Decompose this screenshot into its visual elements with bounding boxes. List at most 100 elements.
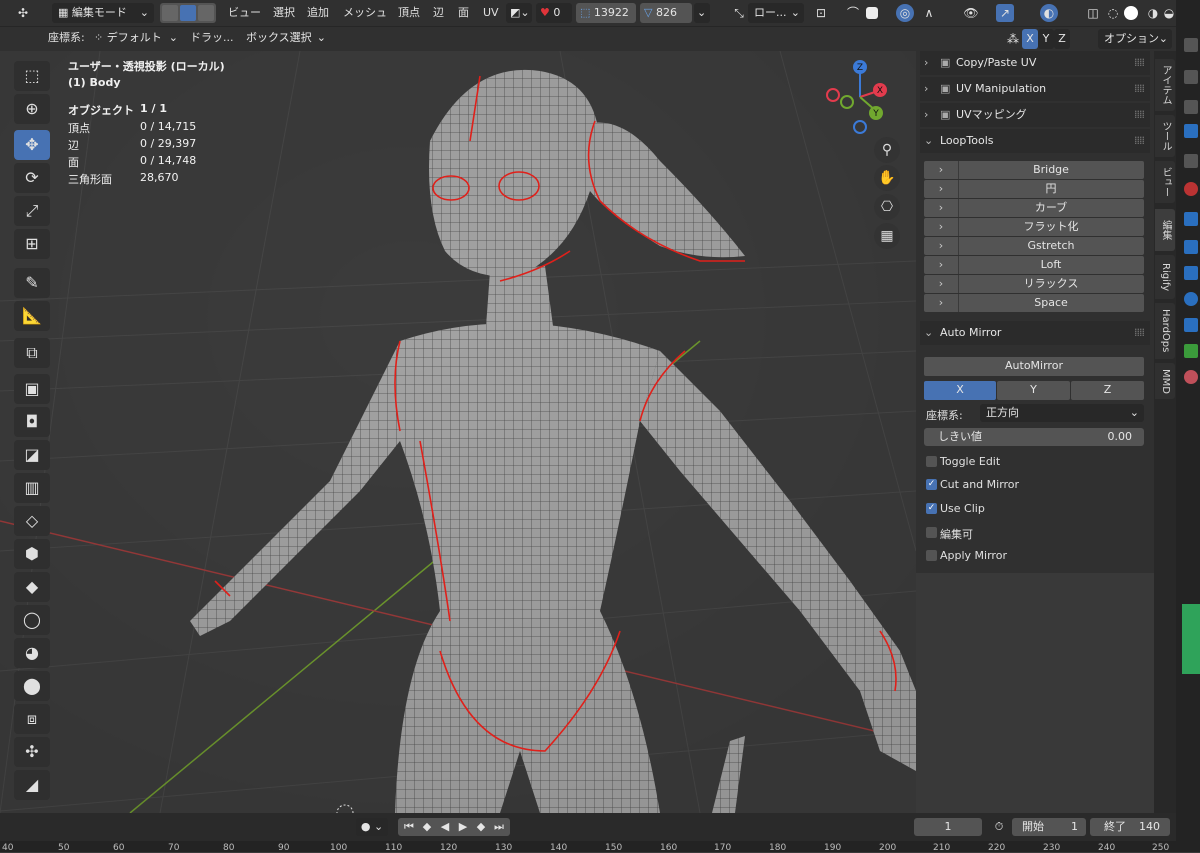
properties-tab-icon[interactable] [1184, 344, 1198, 358]
play-icon[interactable]: ▶ [454, 818, 472, 836]
face-select-icon[interactable] [198, 5, 214, 21]
looptools-flatten[interactable]: › フラット化 [924, 218, 1144, 236]
end-frame-field[interactable]: 終了 140 [1090, 818, 1170, 836]
automirror-axis-x[interactable]: X [924, 381, 996, 400]
prev-keyframe-icon[interactable]: ◆ [418, 818, 436, 836]
jump-end-icon[interactable]: ⏭ [490, 818, 508, 836]
loop-cut-icon[interactable]: ▥ [14, 473, 50, 503]
properties-tab-icon[interactable] [1184, 70, 1198, 84]
section-auto-mirror[interactable]: ⌄ Auto Mirror ⁞⁞⁞⁞ [920, 321, 1150, 345]
spin-icon[interactable]: ◆ [14, 572, 50, 602]
looptools-space[interactable]: › Space [924, 294, 1144, 312]
looptools-gstretch[interactable]: › Gstretch [924, 237, 1144, 255]
select-box-icon[interactable]: ⬚ [14, 61, 50, 91]
cut-and-mirror-checkbox[interactable]: ✓ [926, 479, 937, 490]
looptools-bridge[interactable]: › Bridge [924, 161, 1144, 179]
apply-mirror-checkbox[interactable] [926, 550, 937, 561]
mirror-z-toggle[interactable]: Z [1054, 29, 1070, 49]
extrude-icon[interactable]: ▣ [14, 374, 50, 404]
push-pull-icon[interactable]: ◢ [14, 770, 50, 800]
overlay-toggle-icon[interactable]: ◐ [1040, 4, 1058, 22]
perspective-grid-icon[interactable]: ▦ [874, 223, 900, 249]
properties-tab-icon[interactable] [1184, 292, 1198, 306]
pivot-point-icon[interactable]: ⊡ [812, 4, 830, 22]
tab-view[interactable]: ビュー [1155, 161, 1175, 203]
automirror-axis-z[interactable]: Z [1071, 381, 1144, 400]
xray-icon[interactable]: ◫ [1084, 4, 1102, 22]
proportional-edit-icon[interactable]: ◎ [896, 4, 914, 22]
properties-tab-icon[interactable] [1184, 182, 1198, 196]
knife-icon[interactable]: ◇ [14, 506, 50, 536]
add-cube-icon[interactable]: ⧉ [14, 338, 50, 368]
shading-solid-icon[interactable] [1124, 6, 1138, 20]
snap-target-icon[interactable] [866, 7, 878, 19]
properties-tab-icon[interactable] [1184, 318, 1198, 332]
properties-tab-icon[interactable] [1184, 240, 1198, 254]
tab-mmd[interactable]: MMD [1155, 363, 1175, 399]
overlay-select[interactable]: ◩⌄ [506, 3, 532, 23]
drag-grip-icon[interactable]: ⁞⁞⁞⁞ [1134, 103, 1145, 127]
tab-rigify[interactable]: Rigify [1155, 255, 1175, 299]
drag-grip-icon[interactable]: ⁞⁞⁞⁞ [1134, 51, 1145, 75]
tab-edit[interactable]: 編集 [1155, 209, 1175, 251]
jump-start-icon[interactable]: ⏮ [400, 818, 418, 836]
rotate-icon[interactable]: ⟳ [14, 163, 50, 193]
keyframe-toggle[interactable]: ● ⌄ [356, 818, 388, 836]
measure-icon[interactable]: 📐 [14, 301, 50, 331]
smooth-icon[interactable]: ◯ [14, 605, 50, 635]
drag-grip-icon[interactable]: ⁞⁞⁞⁞ [1134, 77, 1145, 101]
mode-select[interactable]: ▦ 編集モード ⌄ [52, 3, 154, 23]
use-clip-checkbox[interactable]: ✓ [926, 503, 937, 514]
menu-add[interactable]: 追加 [307, 3, 329, 23]
stats-dropdown[interactable]: ⌄ [694, 3, 710, 23]
menu-select[interactable]: 選択 [273, 3, 295, 23]
gizmo-toggle-icon[interactable]: ↗ [996, 4, 1014, 22]
editor-type-icon[interactable]: ✣ [14, 4, 32, 22]
menu-mesh[interactable]: メッシュ [343, 3, 387, 23]
poly-build-icon[interactable]: ⬢ [14, 539, 50, 569]
frame-ruler[interactable] [0, 841, 1200, 852]
current-frame-field[interactable]: 1 [914, 818, 982, 836]
start-frame-field[interactable]: 開始 1 [1012, 818, 1086, 836]
pan-hand-icon[interactable]: ✋ [874, 165, 900, 191]
annotate-icon[interactable]: ✎ [14, 268, 50, 298]
section-looptools[interactable]: ⌄ LoopTools ⁞⁞⁞⁞ [920, 129, 1150, 153]
falloff-icon[interactable]: ∧ [920, 4, 938, 22]
properties-tab-icon[interactable] [1184, 100, 1198, 114]
3d-viewport[interactable]: ユーザー・透視投影 (ローカル) (1) Body オブジェクト 1 / 1 頂… [0, 51, 916, 813]
inset-icon[interactable]: ◘ [14, 407, 50, 437]
looptools-loft[interactable]: › Loft [924, 256, 1144, 274]
looptools-circle[interactable]: › 円 [924, 180, 1144, 198]
tab-item[interactable]: アイテム [1155, 59, 1175, 111]
menu-edge[interactable]: 辺 [433, 3, 444, 23]
move-icon[interactable]: ✥ [14, 130, 50, 160]
properties-tab-icon[interactable] [1184, 38, 1198, 52]
options-dropdown[interactable]: オプション ⌄ [1098, 29, 1172, 49]
properties-tab-icon[interactable] [1184, 124, 1198, 138]
rip-icon[interactable]: ✣ [14, 737, 50, 767]
menu-uv[interactable]: UV [483, 3, 499, 23]
transform-orientation-icon[interactable]: ⤡ [730, 4, 748, 22]
transform-icon[interactable]: ⊞ [14, 229, 50, 259]
menu-vertex[interactable]: 頂点 [398, 3, 420, 23]
section-copy-paste-uv[interactable]: › Copy/Paste UV ▣ ⁞⁞⁞⁞ [920, 51, 1150, 75]
menu-face[interactable]: 面 [458, 3, 469, 23]
cursor-icon[interactable]: ⊕ [14, 94, 50, 124]
stopwatch-icon[interactable]: ⏱ [990, 818, 1008, 836]
properties-tab-icon[interactable] [1184, 266, 1198, 280]
editable-checkbox[interactable] [926, 527, 937, 538]
properties-tab-icon[interactable] [1184, 154, 1198, 168]
visibility-icon[interactable]: 👁 [962, 4, 980, 22]
play-reverse-icon[interactable]: ◀ [436, 818, 454, 836]
shear-icon[interactable]: ⧈ [14, 704, 50, 734]
shading-wireframe-icon[interactable]: ◌ [1104, 4, 1122, 22]
looptools-relax[interactable]: › リラックス [924, 275, 1144, 293]
looptools-curve[interactable]: › カーブ [924, 199, 1144, 217]
coord-select[interactable]: ⁘ デフォルト ⌄ [88, 28, 182, 48]
section-uv-manipulation[interactable]: › UV Manipulation ▣ ⁞⁞⁞⁞ [920, 77, 1150, 101]
next-keyframe-icon[interactable]: ◆ [472, 818, 490, 836]
mirror-x-toggle[interactable]: X [1022, 29, 1038, 49]
automirror-button[interactable]: AutoMirror [924, 357, 1144, 376]
pivot-select[interactable]: ロー... ⌄ [748, 3, 804, 23]
drag-grip-icon[interactable]: ⁞⁞⁞⁞ [1134, 129, 1145, 153]
